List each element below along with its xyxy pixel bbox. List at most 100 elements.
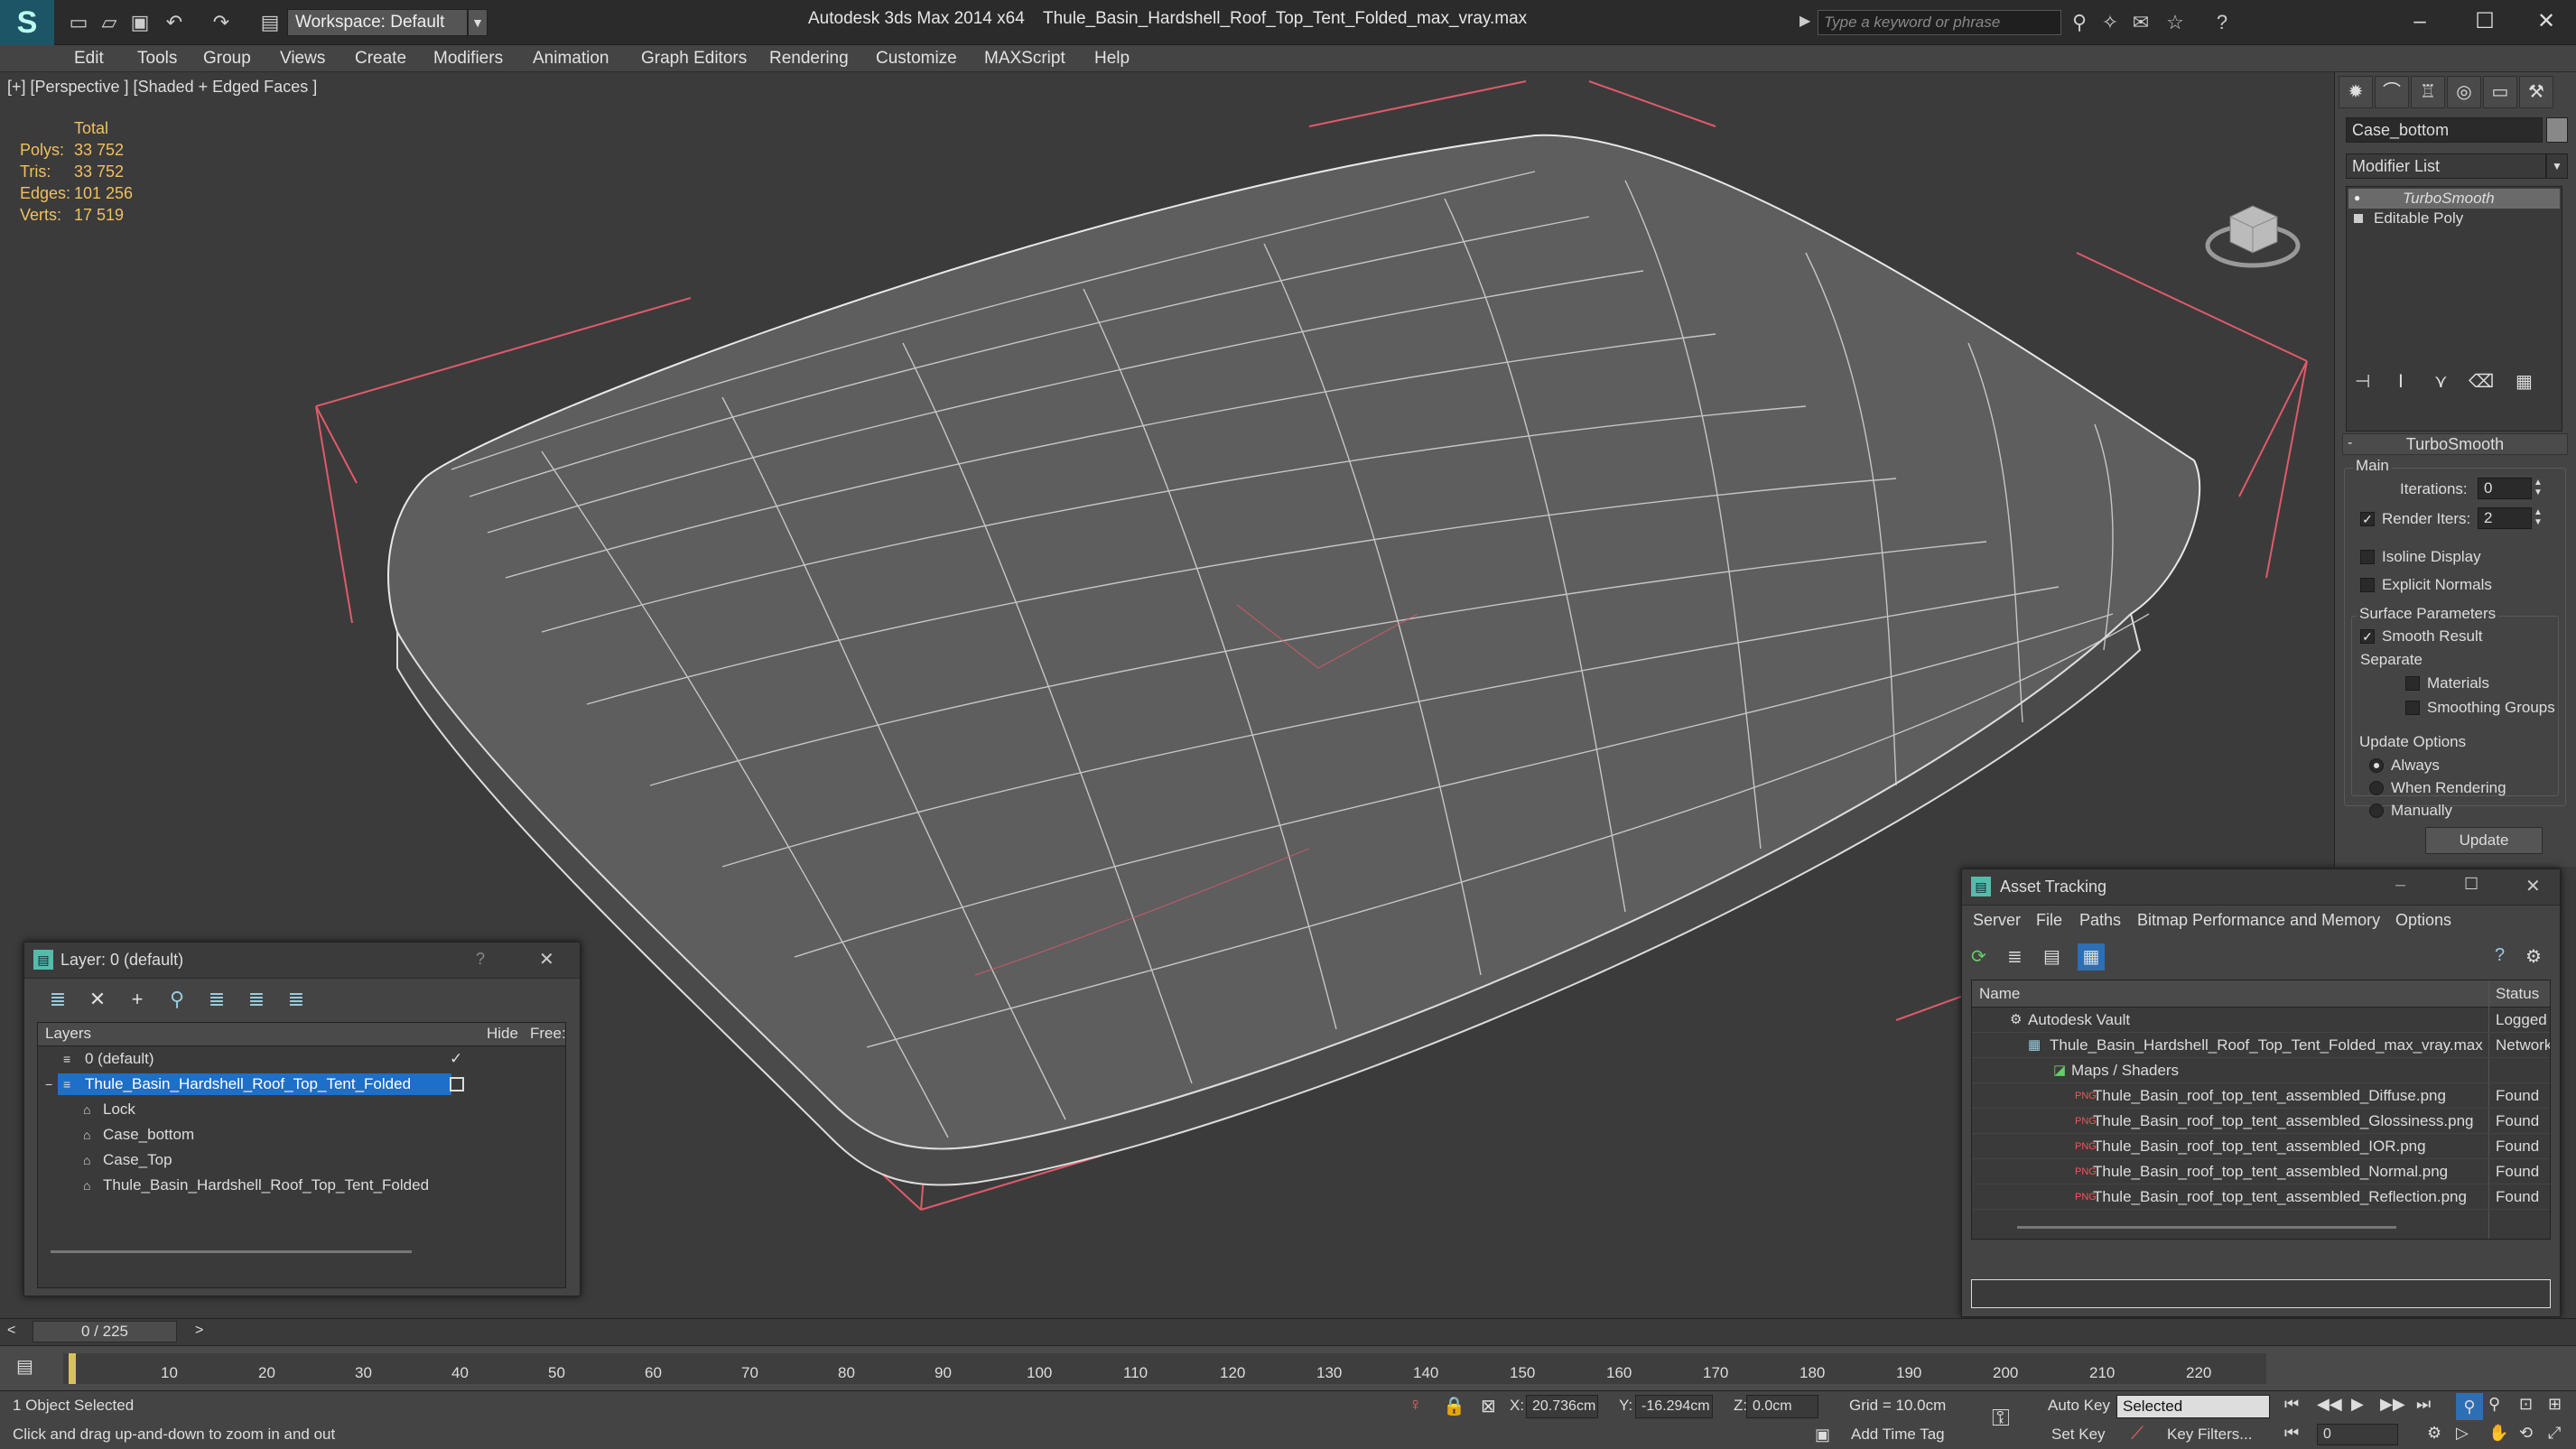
add-time-tag[interactable]: Add Time Tag [1851,1426,1945,1444]
orbit-icon[interactable]: ⟲ [2519,1424,2533,1443]
prev-frame-icon[interactable]: < [7,1323,15,1339]
z-coord-field[interactable]: 0.0cm [1746,1395,1818,1418]
zoom-icon[interactable]: ⚲ [2456,1393,2483,1420]
pan-icon[interactable]: ✋ [2488,1424,2508,1443]
app-logo-icon[interactable]: S [0,0,54,45]
play-icon[interactable]: ▶ [2351,1395,2364,1414]
minimize-icon[interactable]: – [2393,5,2447,38]
close-icon[interactable]: ✕ [539,948,554,971]
menu-graph-editors[interactable]: Graph Editors [641,45,747,72]
close-icon[interactable]: ✕ [2519,5,2573,38]
collapse-icon[interactable]: - [2348,435,2352,451]
absolute-mode-icon[interactable]: ⊠ [1481,1395,1496,1417]
asset-menu-paths[interactable]: Paths [2079,911,2121,930]
active-layer-box-icon[interactable] [450,1077,464,1091]
make-unique-icon[interactable]: ⋎ [2434,370,2448,393]
menu-customize[interactable]: Customize [876,45,957,72]
select-objects-icon[interactable]: ⚲ [162,984,192,1015]
search-input[interactable]: Type a keyword or phrase [1818,10,2061,35]
key-filters-button[interactable]: Key Filters... [2167,1426,2252,1444]
menu-views[interactable]: Views [280,45,325,72]
smooth-result-checkbox[interactable]: ✓ [2360,629,2375,644]
iterations-spinner[interactable]: 0 [2478,478,2532,499]
zoom-extents-all-icon[interactable]: ⊞ [2548,1395,2562,1414]
go-to-end-icon[interactable]: ⏭ [2416,1395,2431,1414]
list-view-icon[interactable]: ≣ [2007,945,2023,968]
selection-lock-icon[interactable]: 🔒 [1443,1395,1465,1417]
key-mode-toggle-icon[interactable]: ⏮ [2284,1424,2299,1443]
expand-arrow-icon[interactable]: ▶ [1799,12,1810,30]
new-file-icon[interactable]: ▭ [65,9,92,36]
active-layer-checkmark-icon[interactable]: ✓ [450,1046,462,1072]
refresh-icon[interactable]: ⟳ [1971,945,1986,968]
menu-help[interactable]: Help [1094,45,1130,72]
workspace-dropdown[interactable]: Workspace: Default [287,9,468,36]
asset-row[interactable]: PNG Thule_Basin_roof_top_tent_assembled_… [1972,1083,2550,1109]
render-iters-checkbox[interactable]: ✓ [2360,512,2375,526]
zoom-all-icon[interactable]: ⚲ [2488,1395,2500,1414]
horizontal-scrollbar[interactable] [2017,1226,2396,1229]
next-frame-icon[interactable]: > [195,1323,203,1339]
turbosmooth-rollout-header[interactable]: TurboSmooth [2342,433,2568,455]
prev-key-icon[interactable]: ◀◀ [2317,1395,2342,1414]
asset-row[interactable]: PNG Thule_Basin_roof_top_tent_assembled_… [1972,1184,2550,1210]
menu-rendering[interactable]: Rendering [769,45,849,72]
update-button[interactable]: Update [2425,827,2543,854]
menu-animation[interactable]: Animation [533,45,609,72]
time-slider[interactable]: < 0 / 225 > [0,1318,2576,1345]
configure-sets-icon[interactable]: ▦ [2516,370,2533,393]
asset-menu-file[interactable]: File [2036,911,2062,930]
time-tag-icon[interactable]: ▣ [1815,1426,1830,1444]
help-icon[interactable]: ? [2209,9,2236,36]
project-folder-icon[interactable]: ▤ [256,9,284,36]
pin-stack-icon[interactable]: ⊣ [2355,370,2370,393]
col-hide-header[interactable]: Hide [487,1025,518,1043]
col-status-header[interactable]: Status [2496,985,2539,1003]
hierarchy-tab-icon[interactable]: ♖ [2411,76,2445,108]
close-icon[interactable]: ✕ [2525,875,2541,897]
utilities-tab-icon[interactable]: ⚒ [2519,76,2553,108]
add-to-layer-icon[interactable]: + [122,984,153,1015]
track-ruler[interactable] [63,1353,2266,1384]
expand-box-icon[interactable] [2354,214,2363,223]
col-freeze-header[interactable]: Free: [530,1025,566,1043]
asset-menu-bitmap[interactable]: Bitmap Performance and Memory [2137,911,2380,930]
subscription-icon[interactable]: ✧ [2097,9,2124,36]
set-key-icon[interactable]: ⟋ [2131,1424,2144,1444]
settings-icon[interactable]: ⚙ [2525,945,2542,968]
menu-modifiers[interactable]: Modifiers [433,45,503,72]
asset-row[interactable]: ⚙ Autodesk Vault Logged [1972,1008,2550,1033]
menu-create[interactable]: Create [355,45,406,72]
menu-maxscript[interactable]: MAXScript [984,45,1065,72]
asset-row[interactable]: PNG Thule_Basin_roof_top_tent_assembled_… [1972,1134,2550,1159]
time-slider-thumb[interactable]: 0 / 225 [33,1321,177,1342]
menu-tools[interactable]: Tools [137,45,177,72]
delete-layer-icon[interactable]: ✕ [82,984,113,1015]
horizontal-scrollbar[interactable] [51,1250,412,1253]
track-bar[interactable]: ▤ 10 20 30 40 50 60 70 80 90 100 110 120… [0,1345,2576,1390]
freeze-all-icon[interactable]: ≣ [281,984,312,1015]
menu-edit[interactable]: Edit [74,45,104,72]
current-frame-field[interactable]: 0 [2317,1424,2398,1445]
fov-icon[interactable]: ▷ [2456,1424,2469,1443]
key-mode-dropdown[interactable]: Selected [2116,1395,2270,1418]
show-end-result-icon[interactable]: Ⅰ [2398,370,2404,393]
col-name-header[interactable]: Name [1979,985,2020,1003]
undo-icon[interactable]: ↶ [161,9,188,36]
remove-modifier-icon[interactable]: ⌫ [2469,370,2494,393]
go-to-start-icon[interactable]: ⏮ [2284,1395,2299,1414]
materials-checkbox[interactable] [2405,676,2420,691]
hide-all-icon[interactable]: ≣ [241,984,272,1015]
auto-key-button[interactable]: Auto Key [2048,1397,2110,1415]
spinner-arrows-icon[interactable]: ▲ ▼ [2534,507,2543,527]
y-coord-field[interactable]: -16.294cm [1635,1395,1713,1418]
help-icon[interactable]: ? [2495,945,2505,966]
asset-menu-options[interactable]: Options [2395,911,2451,930]
key-icon[interactable]: ⚿ [1992,1404,2010,1433]
asset-path-field[interactable] [1971,1279,2551,1308]
x-coord-field[interactable]: 20.736cm [1526,1395,1598,1418]
binoculars-icon[interactable]: ⚲ [2066,9,2093,36]
viewcube-icon[interactable] [2203,190,2302,271]
spinner-arrows-icon[interactable]: ▲ ▼ [2534,478,2543,497]
motion-tab-icon[interactable]: ◎ [2447,76,2481,108]
